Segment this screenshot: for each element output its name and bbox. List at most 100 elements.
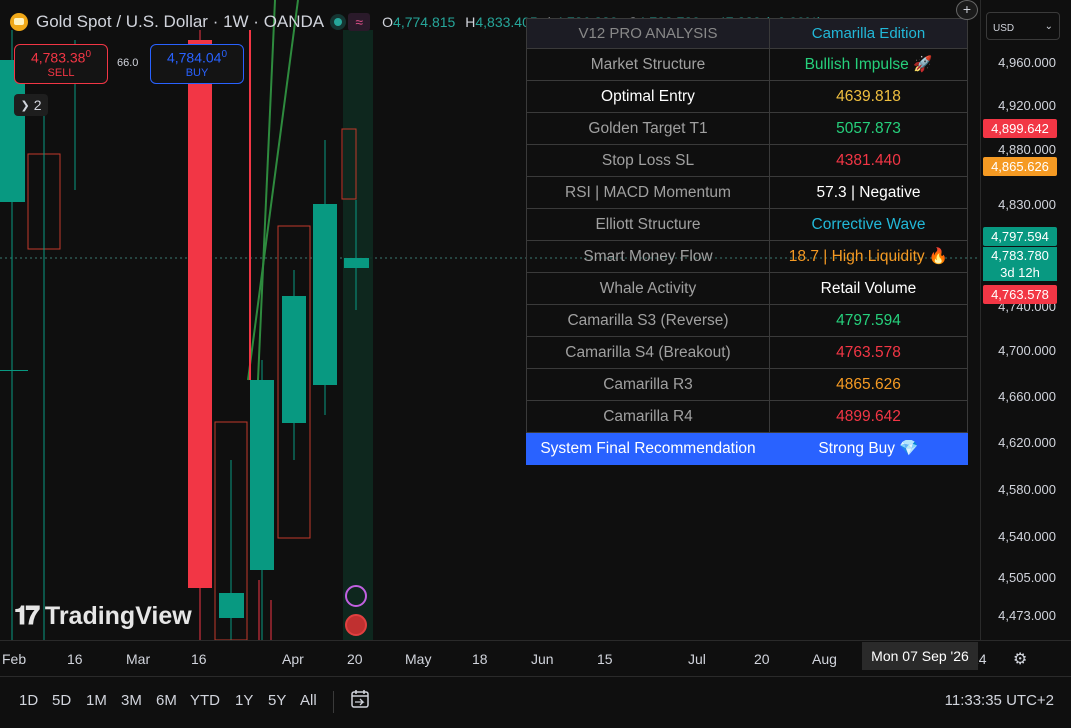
chart-pane[interactable]: Gold Spot / U.S. Dollar · 1W · OANDA ≈ O… [0,0,980,640]
row-value: 4865.626 [769,368,968,401]
table-row: Camarilla S3 (Reverse) 4797.594 [526,304,968,337]
interval[interactable]: 1W [223,12,249,32]
flash-event-icon[interactable] [345,585,367,607]
price-tick: 4,505.000 [998,570,1056,585]
candle [282,296,306,423]
time-label: Jul [688,651,706,667]
table-header-row: V12 PRO ANALYSIS Camarilla Edition [526,18,968,49]
row-label: Camarilla R3 [526,368,770,401]
crosshair-date: Mon 07 Sep '26 [862,642,978,670]
range-button[interactable]: All [300,692,317,709]
time-label: May [405,651,432,667]
currency-value: USD [993,23,1015,34]
candle [313,204,337,385]
price-tick: 4,473.000 [998,608,1056,623]
price-tick: 4,830.000 [998,197,1056,212]
row-label: Market Structure [526,48,770,81]
price-tick: 4,540.000 [998,529,1056,544]
market-open-icon[interactable] [334,18,343,26]
price-tag: 4,797.594 [983,227,1057,246]
row-value: Corrective Wave [769,208,968,241]
range-button[interactable]: 5D [52,692,71,709]
price-tick: 4,660.000 [998,389,1056,404]
price-axis[interactable]: 4,960.000 4,920.000 4,880.000 4,830.000 4,74… [980,0,1071,640]
broker: OANDA [263,12,325,31]
table-row: Smart Money Flow 18.7 | High Liquidity 🔥 [526,240,968,273]
row-value: 4381.440 [769,144,968,177]
tradingview-logo-text: TradingView [44,601,192,630]
time-label: Jun [531,651,554,667]
table-row: Camarilla R4 4899.642 [526,400,968,433]
row-label: Camarilla R4 [526,400,770,433]
indicators-count: 2 [33,97,42,113]
table-row: Golden Target T1 5057.873 [526,112,968,145]
row-label: Camarilla S4 (Breakout) [526,336,770,369]
tradingview-logo[interactable]: 𝟏𝟕 TradingView [14,600,192,632]
row-label: Camarilla S3 (Reverse) [526,304,770,337]
range-button[interactable]: 1D [19,692,38,709]
price-tick: 4,620.000 [998,435,1056,450]
table-row: Elliott Structure Corrective Wave [526,208,968,241]
currency-select[interactable]: USD ⌄ [986,12,1060,40]
row-value: 4797.594 [769,304,968,337]
time-label: 20 [347,651,363,667]
table-row: Camarilla R3 4865.626 [526,368,968,401]
range-button[interactable]: 1M [86,692,107,709]
candle [250,380,274,570]
time-label: 16 [67,651,83,667]
data-delay-icon[interactable]: ≈ [348,13,371,31]
price-tag: 4,899.642 [983,119,1057,138]
time-label: 18 [472,651,488,667]
final-recommendation-row: System Final Recommendation Strong Buy 💎 [526,432,968,465]
chevron-down-icon: ❯ [20,99,30,112]
row-value: 57.3 | Negative [769,176,968,209]
row-label: RSI | MACD Momentum [526,176,770,209]
time-label: 16 [191,651,207,667]
table-row: Stop Loss SL 4381.440 [526,144,968,177]
tradingview-logo-icon: 𝟏𝟕 [14,600,40,630]
sell-label: SELL [47,66,75,79]
symbol-name[interactable]: Gold Spot / U.S. Dollar [36,12,208,32]
table-row: Optimal Entry 4639.818 [526,80,968,113]
price-tick: 4,920.000 [998,98,1056,113]
row-label: Optimal Entry [526,80,770,113]
table-row: RSI | MACD Momentum 57.3 | Negative [526,176,968,209]
table-row: Whale Activity Retail Volume [526,272,968,305]
analysis-table: V12 PRO ANALYSIS Camarilla Edition Marke… [526,18,968,465]
gear-icon[interactable]: ⚙ [1013,649,1027,669]
row-value: 4899.642 [769,400,968,433]
price-tick: 4,960.000 [998,55,1056,70]
buy-button[interactable]: 4,784.040 BUY [150,44,244,84]
price-tick: 4,880.000 [998,142,1056,157]
row-label: Smart Money Flow [526,240,770,273]
row-value: 4763.578 [769,336,968,369]
price-tick: 4,580.000 [998,482,1056,497]
spread-value: 66.0 [117,57,139,69]
time-label: Mar [126,651,151,667]
final-label: System Final Recommendation [526,432,770,465]
us-flag-event-icon[interactable] [345,614,367,636]
table-row: Market Structure Bullish Impulse 🚀 [526,48,968,81]
sell-price-sup: 0 [85,49,92,60]
indicators-toggle[interactable]: ❯ 2 [14,94,48,116]
price-tag: 4,763.578 [983,285,1057,304]
clock[interactable]: 11:33:35 UTC+2 [945,692,1054,709]
range-button[interactable]: 6M [156,692,177,709]
price-tag: 4,865.626 [983,157,1057,176]
range-button[interactable]: 1Y [235,692,253,709]
add-table-icon[interactable]: + [956,0,978,20]
calendar-goto-icon[interactable] [349,688,371,710]
range-button[interactable]: 3M [121,692,142,709]
buy-label: BUY [185,66,209,79]
range-button[interactable]: 5Y [268,692,286,709]
candle [344,258,369,268]
candle [188,40,212,588]
time-label: Apr [282,651,304,667]
high-label: H [465,14,476,30]
row-label: Whale Activity [526,272,770,305]
level-line [0,370,28,371]
sell-button[interactable]: 4,783.380 SELL [14,44,108,84]
row-value: Bullish Impulse 🚀 [769,48,968,81]
range-button[interactable]: YTD [190,692,220,709]
time-label: Aug [812,651,837,667]
